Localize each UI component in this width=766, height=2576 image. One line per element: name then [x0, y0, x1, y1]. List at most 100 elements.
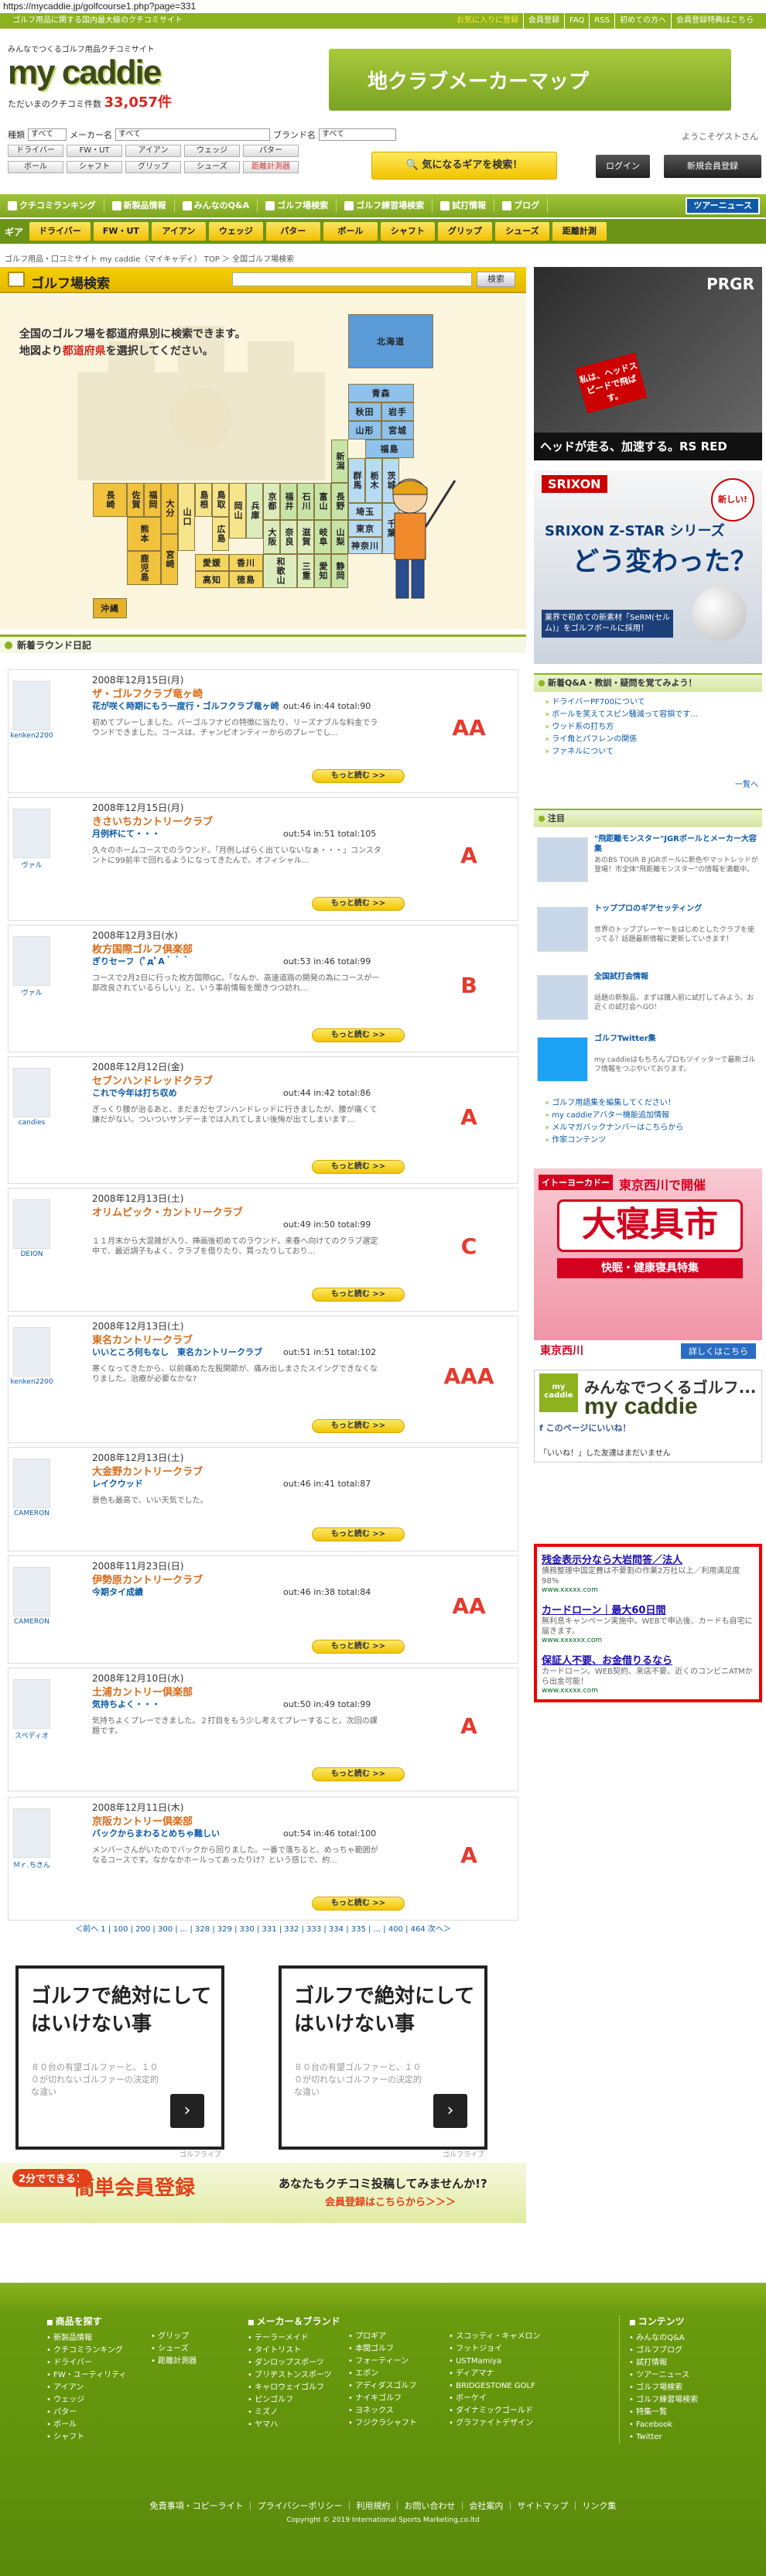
gear-ball[interactable]: ボール: [323, 222, 378, 241]
course-name[interactable]: 土浦カントリー倶楽部: [92, 1684, 193, 1699]
pref-toyama[interactable]: 富山: [314, 483, 331, 520]
pref-gifu[interactable]: 岐阜: [314, 520, 331, 554]
entry-title[interactable]: これで今年は打ち収め: [92, 1088, 286, 1099]
user-avatar[interactable]: [13, 1327, 50, 1377]
pref-miyazaki[interactable]: 宮崎: [161, 534, 178, 585]
bedding-ad[interactable]: イトーヨーカドー 東京西川で開催 大寝具市 快眠・健康寝具特集 東京西川 詳しく…: [534, 1168, 762, 1362]
user-name[interactable]: candies: [10, 1119, 53, 1127]
pref-kochi[interactable]: 高知: [195, 571, 229, 588]
shoes-button[interactable]: シューズ: [184, 161, 240, 173]
qa-item[interactable]: ウッド系の打ち方: [545, 721, 762, 734]
entry-title[interactable]: 花が咲く時期にもう一度行・ゴルフクラブ竜ヶ崎: [92, 701, 286, 712]
gear-search-button[interactable]: 🔍 気になるギアを検索！: [371, 152, 557, 180]
user-name[interactable]: ヴァル: [10, 987, 53, 997]
user-avatar[interactable]: [13, 1199, 50, 1249]
user-name[interactable]: スペディオ: [10, 1730, 53, 1740]
pref-shimane[interactable]: 島根: [195, 483, 212, 517]
brand-select[interactable]: すべて: [319, 128, 396, 141]
type-select[interactable]: すべて: [28, 128, 67, 141]
prgr-ad[interactable]: PRGR 私は、ヘッドスピードで飛ばす。 ヘッドが走る、加速する。RS RED: [534, 267, 762, 460]
iron-button[interactable]: アイアン: [125, 145, 181, 157]
user-avatar[interactable]: [13, 1679, 50, 1729]
pref-aichi[interactable]: 愛知: [314, 554, 331, 588]
gear-rangefinder[interactable]: 距離計測: [552, 222, 607, 241]
pref-tokushima[interactable]: 徳島: [229, 571, 263, 588]
course-name[interactable]: 伊勢原カントリークラブ: [92, 1572, 203, 1586]
entry-title[interactable]: 今期タイ成績: [92, 1587, 286, 1598]
breadcrumb[interactable]: ゴルフ用品・口コミサイト my caddie（マイキャディ） TOP ＞ 全国ゴ…: [5, 252, 294, 264]
user-name[interactable]: CAMERON: [10, 1510, 53, 1517]
footer-links[interactable]: 免責事項・コピーライト ｜ プライバシーポリシー ｜ 利用規約 ｜ お問い合わせ…: [0, 2499, 766, 2512]
user-avatar[interactable]: [13, 936, 50, 986]
gear-shaft[interactable]: シャフト: [380, 222, 435, 241]
pref-ishikawa[interactable]: 石川: [297, 483, 314, 520]
favorite-link[interactable]: お気に入りに登録: [452, 13, 523, 29]
pref-hokkaido[interactable]: 北海道: [348, 314, 433, 368]
nav-tour-news[interactable]: ツアーニュース: [686, 197, 760, 214]
pref-akita[interactable]: 秋田: [348, 402, 381, 421]
read-more-button[interactable]: もっと読む >>: [312, 1419, 405, 1433]
feature-title[interactable]: "飛距離モンスター"JGRボールとメーカー大容集: [594, 834, 760, 854]
nav-ranking[interactable]: クチコミランキング: [0, 199, 104, 213]
pref-okinawa[interactable]: 沖縄: [93, 598, 127, 618]
putter-button[interactable]: パター: [243, 145, 299, 157]
entry-title[interactable]: レイクウッド: [92, 1479, 286, 1490]
pref-yamaguchi[interactable]: 山口: [178, 483, 195, 551]
member-registration-banner[interactable]: 2分でできる！ 簡単会員登録 あなたもクチコミ投稿してみませんか!? 会員登録は…: [0, 2163, 526, 2223]
feature-title[interactable]: ゴルフTwitter集: [594, 1034, 760, 1044]
pref-niigata[interactable]: 新潟: [331, 440, 348, 483]
mycaddie-fb-logo[interactable]: my caddie: [539, 1374, 578, 1412]
course-name[interactable]: きさいちカントリークラブ: [92, 813, 213, 828]
gear-fwut[interactable]: FW・UT: [93, 222, 149, 241]
gear-wedge[interactable]: ウェッジ: [208, 222, 263, 241]
pref-fukuoka[interactable]: 福岡: [144, 483, 161, 517]
text-ad[interactable]: 残金表示分なら大岩問答／法人 債務整理中国定費は不要割の作業2万社以上／利用満足…: [542, 1551, 754, 1594]
read-more-button[interactable]: もっと読む >>: [312, 1897, 405, 1911]
pref-kagoshima[interactable]: 鹿児島: [127, 551, 161, 585]
nav-course-search[interactable]: ゴルフ場検索: [258, 199, 337, 213]
pref-osaka[interactable]: 大阪: [263, 520, 280, 554]
user-avatar[interactable]: [13, 1068, 50, 1117]
entry-title[interactable]: いいところ何もなし 東名カントリークラブ: [92, 1347, 286, 1358]
gear-grip[interactable]: グリップ: [437, 222, 492, 241]
maker-select[interactable]: すべて: [115, 128, 270, 141]
user-name[interactable]: DEION: [10, 1250, 53, 1258]
ad-box-2[interactable]: ゴルフで絶対にしてはいけない事 ８０台の有望ゴルファーと、１００が切れないゴルフ…: [279, 1965, 487, 2159]
user-name[interactable]: kenken2200: [10, 1378, 53, 1386]
pref-okayama[interactable]: 岡山: [229, 483, 246, 539]
pref-nagano[interactable]: 長野: [331, 483, 348, 520]
ball-button[interactable]: ボール: [8, 161, 63, 173]
pref-hyogo[interactable]: 兵庫: [246, 483, 263, 539]
qa-item[interactable]: ドライバーPF700について: [545, 696, 762, 709]
site-logo[interactable]: みんなでつくるゴルフ用品クチコミサイト my caddie ただいまのクチコミ件…: [8, 43, 186, 120]
gear-iron[interactable]: アイアン: [151, 222, 206, 241]
read-more-button[interactable]: もっと読む >>: [312, 769, 405, 783]
qa-item[interactable]: ファネルについて: [545, 746, 762, 758]
rangefinder-button[interactable]: 距離計測器: [243, 161, 299, 173]
pref-fukui[interactable]: 福井: [280, 483, 297, 520]
pref-gunma[interactable]: 群馬: [348, 458, 365, 503]
ad-box-1[interactable]: ゴルフで絶対にしてはいけない事 ８０台の有望ゴルファーと、１００が切れないゴルフ…: [15, 1965, 224, 2159]
pref-saga[interactable]: 佐賀: [127, 483, 144, 517]
wedge-button[interactable]: ウェッジ: [184, 145, 240, 157]
register-button[interactable]: 新規会員登録: [664, 155, 761, 178]
pref-kyoto[interactable]: 京都: [263, 483, 280, 520]
rss-link[interactable]: RSS: [589, 13, 614, 29]
feature-item[interactable]: ゴルフTwitter集 my caddieはもちろんプロもツイッターで最新ゴルフ…: [537, 1034, 761, 1102]
pref-nara[interactable]: 奈良: [280, 520, 297, 554]
nav-trial[interactable]: 試打情報: [433, 199, 495, 213]
course-search-input[interactable]: [232, 272, 472, 286]
read-more-button[interactable]: もっと読む >>: [312, 1028, 405, 1042]
text-ad[interactable]: カードローン｜最大60日間 無利息キャンペーン実施中。WEBで申込後、カードも自…: [542, 1602, 754, 1644]
entry-title[interactable]: 気持ちよく・・・: [92, 1699, 286, 1710]
user-name[interactable]: kenken2200: [10, 732, 53, 740]
pref-kagawa[interactable]: 香川: [229, 554, 263, 571]
pref-ehime[interactable]: 愛媛: [195, 554, 229, 571]
chevron-right-icon[interactable]: ›: [170, 2094, 204, 2128]
pref-kumamoto[interactable]: 熊本: [127, 517, 161, 551]
pref-fukushima[interactable]: 福島: [365, 440, 414, 458]
grip-button[interactable]: グリップ: [125, 161, 181, 173]
course-name[interactable]: 京阪カントリー倶楽部: [92, 1813, 193, 1828]
faq-link[interactable]: FAQ: [563, 13, 589, 29]
nav-blog[interactable]: ブログ: [494, 199, 549, 213]
